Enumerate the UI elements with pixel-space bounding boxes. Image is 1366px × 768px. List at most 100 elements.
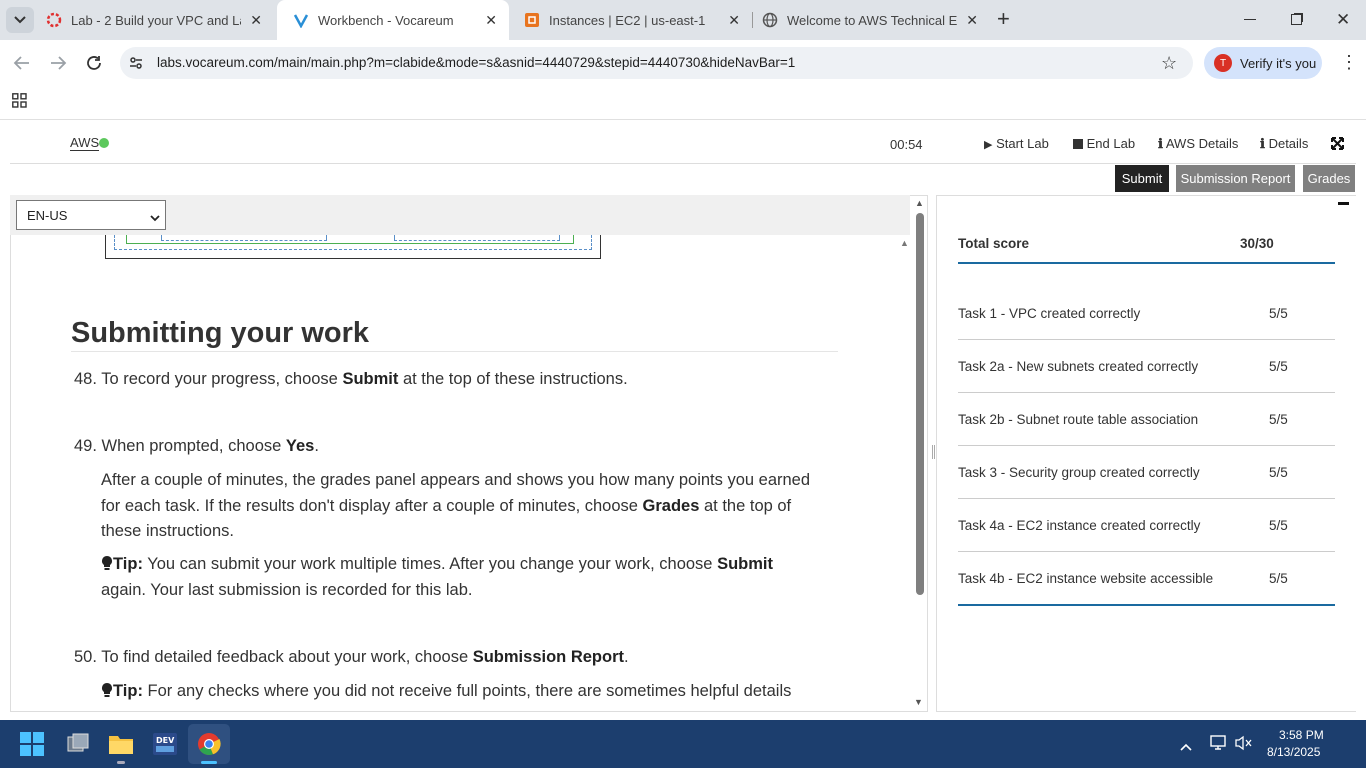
minimize-panel-icon[interactable] — [1338, 202, 1349, 205]
scroll-up-icon[interactable]: ▲ — [915, 198, 924, 208]
paragraph-text: at the top of — [699, 496, 792, 515]
task-score: 5/5 — [1269, 518, 1288, 533]
avatar: T — [1214, 54, 1232, 72]
new-tab-icon[interactable]: + — [997, 8, 1010, 30]
grades-button[interactable]: Grades — [1303, 165, 1355, 192]
details-label: Details — [1268, 136, 1309, 151]
inner-scroll-up-icon[interactable]: ▲ — [900, 238, 909, 248]
dev-app-icon[interactable]: DEV — [152, 732, 178, 761]
bookmarks-bar — [0, 85, 1366, 120]
close-tab-icon[interactable]: ✕ — [250, 12, 262, 29]
step-48: 48. To record your progress, choose Subm… — [74, 367, 628, 393]
task-name: Task 2b - Subnet route table association — [958, 412, 1199, 427]
restore-icon[interactable] — [1291, 14, 1302, 25]
task-score: 5/5 — [1269, 306, 1288, 321]
back-icon[interactable] — [13, 54, 31, 77]
tab-title: Workbench - Vocareum — [318, 12, 454, 28]
step-text: When prompted, choose — [101, 437, 286, 455]
close-window-icon[interactable]: ✕ — [1336, 10, 1350, 30]
tab-title: Instances | EC2 | us-east-1 — [549, 12, 706, 28]
tip-label: Tip: — [113, 682, 143, 700]
file-explorer-icon[interactable] — [108, 733, 134, 760]
total-score-row: Total score 30/30 — [958, 224, 1335, 264]
diagram-image-bottom — [105, 235, 601, 259]
tab-ec2[interactable]: Instances | EC2 | us-east-1 ✕ — [508, 0, 752, 40]
grades-paragraph: After a couple of minutes, the grades pa… — [101, 468, 810, 545]
windows-taskbar: DEV 3:58 PM 8/13/2025 — [0, 720, 1366, 768]
task-score: 5/5 — [1269, 571, 1288, 586]
details-button[interactable]: ℹ Details — [1260, 136, 1308, 152]
reload-icon[interactable] — [85, 54, 103, 77]
step-number: 50. — [74, 648, 97, 666]
tab-lab[interactable]: Lab - 2 Build your VPC and Lau ✕ — [30, 0, 274, 40]
svg-text:DEV: DEV — [156, 736, 175, 745]
file-explorer-indicator — [117, 761, 125, 764]
aws-details-label: AWS Details — [1165, 136, 1239, 151]
verify-label: Verify it's you — [1240, 55, 1317, 71]
total-score-label: Total score — [958, 236, 1030, 251]
close-tab-icon[interactable]: ✕ — [966, 12, 978, 29]
windows-start-icon[interactable] — [20, 732, 44, 761]
instructions-scrollbar[interactable]: ▲ — [914, 197, 926, 710]
task-name: Task 3 - Security group created correctl… — [958, 465, 1200, 480]
pane-splitter[interactable] — [932, 445, 935, 459]
step-49: 49. When prompted, choose Yes. — [74, 434, 319, 460]
step-number: 49. — [74, 437, 97, 455]
start-lab-button[interactable]: ▶ Start Lab — [984, 136, 1049, 151]
paragraph-line: for each task. If the results don't disp… — [101, 494, 810, 520]
tip-1: Tip: You can submit your work multiple t… — [101, 552, 773, 603]
task-row: Task 4a - EC2 instance created correctly… — [958, 499, 1335, 552]
tray-chevron-up-icon[interactable] — [1180, 738, 1192, 756]
end-lab-button[interactable]: End Lab — [1073, 136, 1135, 151]
task-name: Task 1 - VPC created correctly — [958, 306, 1141, 321]
heading-rule — [71, 351, 838, 352]
url-text[interactable]: labs.vocareum.com/main/main.php?m=clabid… — [157, 55, 795, 70]
bookmark-star-icon[interactable]: ☆ — [1161, 53, 1177, 74]
close-tab-icon[interactable]: ✕ — [728, 12, 740, 29]
site-info-icon[interactable] — [128, 55, 144, 76]
play-icon: ▶ — [984, 139, 993, 151]
close-tab-icon[interactable]: ✕ — [485, 12, 497, 29]
total-score-value: 30/30 — [1240, 236, 1274, 251]
tab-welcome[interactable]: Welcome to AWS Technical Esse ✕ — [746, 0, 990, 40]
task-score: 5/5 — [1269, 412, 1288, 427]
aws-status-dot-icon — [99, 138, 109, 148]
step-number: 48. — [74, 370, 97, 388]
paragraph-line: these instructions. — [101, 522, 234, 540]
language-select[interactable]: EN-US — [16, 200, 166, 230]
submission-report-button[interactable]: Submission Report — [1176, 165, 1295, 192]
task-name: Task 4b - EC2 instance website accessibl… — [958, 571, 1214, 586]
clock-date[interactable]: 8/13/2025 — [1267, 745, 1320, 759]
verify-profile-button[interactable]: T Verify it's you — [1204, 47, 1322, 79]
network-icon[interactable] — [1210, 735, 1228, 756]
step-bold: Yes — [285, 437, 315, 455]
task-score: 5/5 — [1269, 359, 1288, 374]
chrome-icon[interactable] — [197, 732, 221, 761]
aws-details-button[interactable]: ℹ AWS Details — [1158, 136, 1238, 152]
scrollbar-thumb[interactable] — [916, 213, 924, 595]
apps-grid-icon[interactable] — [12, 93, 27, 113]
task-name: Task 2a - New subnets created correctly — [958, 359, 1199, 374]
forward-icon[interactable] — [49, 54, 67, 77]
tab-strip: Lab - 2 Build your VPC and Lau ✕ Workben… — [0, 0, 1366, 40]
paragraph-text: for each task. If the results don't disp… — [101, 496, 643, 515]
section-heading: Submitting your work — [71, 317, 370, 349]
volume-muted-icon[interactable] — [1235, 735, 1253, 756]
aws-link[interactable]: AWS — [70, 136, 100, 151]
language-value: EN-US — [27, 207, 68, 223]
paragraph-bold: Grades — [642, 496, 700, 515]
step-text: at the top of these instructions. — [398, 370, 628, 388]
paragraph-line: After a couple of minutes, the grades pa… — [101, 471, 811, 489]
minimize-icon[interactable] — [1244, 19, 1256, 20]
lightbulb-icon — [101, 555, 113, 573]
task-view-icon[interactable] — [66, 733, 90, 760]
submit-button[interactable]: Submit — [1115, 165, 1169, 192]
tab-workbench[interactable]: Workbench - Vocareum ✕ — [277, 0, 509, 40]
tip-line: Tip: You can submit your work multiple t… — [101, 552, 773, 578]
more-menu-icon[interactable]: ⋮ — [1340, 53, 1358, 71]
clock-time[interactable]: 3:58 PM — [1279, 728, 1324, 742]
tip-text: For any checks where you did not receive… — [142, 682, 792, 700]
step-text: To record your progress, choose — [101, 370, 343, 388]
globe-icon — [762, 12, 778, 28]
fullscreen-icon[interactable] — [1331, 137, 1344, 155]
